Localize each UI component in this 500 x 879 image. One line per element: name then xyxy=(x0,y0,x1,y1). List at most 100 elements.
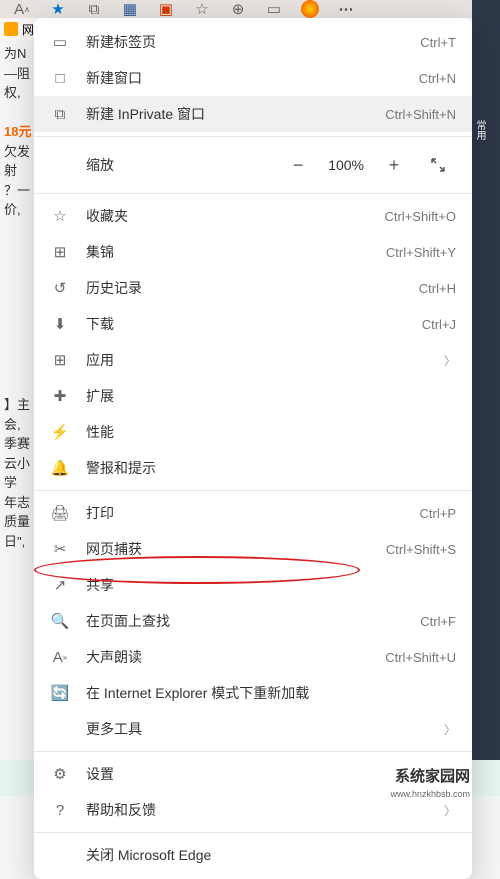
extensions-label: 扩展 xyxy=(86,386,456,406)
bookmark-folder-icon xyxy=(4,22,18,36)
divider xyxy=(34,751,472,752)
read-aloud-icon: A» xyxy=(50,647,70,667)
favorites-item[interactable]: ☆ 收藏夹 Ctrl+Shift+O xyxy=(34,198,472,234)
browser-toolbar: A∧ ★ ⧉ ▦ ▣ ☆ ⊕ ▭ ⋯ xyxy=(0,0,500,18)
ie-mode-label: 在 Internet Explorer 模式下重新加载 xyxy=(86,683,456,703)
zoom-value: 100% xyxy=(316,157,376,173)
bookmark-item[interactable]: 网 xyxy=(22,21,34,38)
divider xyxy=(34,490,472,491)
apps-icon: ⊞ xyxy=(50,350,70,370)
print-label: 打印 xyxy=(86,503,420,523)
context-menu: ▭ 新建标签页 Ctrl+T □ 新建窗口 Ctrl+N ⧉ 新建 InPriv… xyxy=(34,18,472,879)
history-shortcut: Ctrl+H xyxy=(419,281,456,296)
gear-icon: ⚙ xyxy=(50,764,70,784)
new-tab-label: 新建标签页 xyxy=(86,32,420,52)
zoom-row: 缩放 − 100% + xyxy=(34,141,472,189)
watermark-main: 系统家园网 xyxy=(395,765,470,786)
help-label: 帮助和反馈 xyxy=(86,800,436,820)
performance-icon: ⚡ xyxy=(50,422,70,442)
alerts-item[interactable]: 🔔 警报和提示 xyxy=(34,450,472,486)
share-icon: ↗ xyxy=(50,575,70,595)
downloads-item[interactable]: ⬇ 下载 Ctrl+J xyxy=(34,306,472,342)
favorites-label: 收藏夹 xyxy=(86,206,384,226)
performance-label: 性能 xyxy=(86,422,456,442)
new-inprivate-item[interactable]: ⧉ 新建 InPrivate 窗口 Ctrl+Shift+N xyxy=(34,96,472,132)
zoom-in-button[interactable]: + xyxy=(376,149,412,181)
font-size-icon[interactable]: A∧ xyxy=(12,0,32,19)
capture-item[interactable]: ✂ 网页捕获 Ctrl+Shift+S xyxy=(34,531,472,567)
watermark-sub: www.hnzkhbsb.com xyxy=(390,789,470,799)
alerts-label: 警报和提示 xyxy=(86,458,456,478)
more-tools-label: 更多工具 xyxy=(86,719,436,739)
favorites-icon[interactable]: ☆ xyxy=(192,0,212,19)
capture-shortcut: Ctrl+Shift+S xyxy=(386,542,456,557)
split-icon[interactable]: ⧉ xyxy=(84,0,104,19)
inprivate-label: 新建 InPrivate 窗口 xyxy=(86,104,385,124)
history-item[interactable]: ↺ 历史记录 Ctrl+H xyxy=(34,270,472,306)
history-icon: ↺ xyxy=(50,278,70,298)
profile-icon[interactable] xyxy=(300,0,320,19)
history-label: 历史记录 xyxy=(86,278,419,298)
print-item[interactable]: 🖨 打印 Ctrl+P xyxy=(34,495,472,531)
find-item[interactable]: 🔍 在页面上查找 Ctrl+F xyxy=(34,603,472,639)
new-tab-shortcut: Ctrl+T xyxy=(420,35,456,50)
new-window-item[interactable]: □ 新建窗口 Ctrl+N xyxy=(34,60,472,96)
favorite-star-icon[interactable]: ★ xyxy=(48,0,68,19)
new-window-shortcut: Ctrl+N xyxy=(419,71,456,86)
zoom-out-button[interactable]: − xyxy=(280,149,316,181)
find-icon: 🔍 xyxy=(50,611,70,631)
divider xyxy=(34,136,472,137)
new-tab-item[interactable]: ▭ 新建标签页 Ctrl+T xyxy=(34,24,472,60)
read-aloud-shortcut: Ctrl+Shift+U xyxy=(385,650,456,665)
right-sidebar: 常用 xyxy=(472,0,500,760)
find-label: 在页面上查找 xyxy=(86,611,420,631)
extensions-item[interactable]: ✚ 扩展 xyxy=(34,378,472,414)
collections-icon[interactable]: ⊕ xyxy=(228,0,248,19)
new-window-icon: □ xyxy=(50,68,70,88)
fullscreen-button[interactable] xyxy=(420,149,456,181)
divider xyxy=(34,832,472,833)
ie-mode-item[interactable]: 🔄 在 Internet Explorer 模式下重新加载 xyxy=(34,675,472,711)
fullscreen-icon xyxy=(430,157,446,173)
close-label: 关闭 Microsoft Edge xyxy=(86,845,456,865)
print-icon: 🖨 xyxy=(50,503,70,523)
ie-mode-icon: 🔄 xyxy=(50,683,70,703)
inprivate-shortcut: Ctrl+Shift+N xyxy=(385,107,456,122)
background-content: 为N —阻 权, 18元 欠发射 ？一 价, 】主 会, 季赛 云小学 年志 质… xyxy=(0,40,36,760)
read-aloud-label: 大声朗读 xyxy=(86,647,385,667)
close-icon xyxy=(50,845,70,865)
performance-item[interactable]: ⚡ 性能 xyxy=(34,414,472,450)
share-item[interactable]: ↗ 共享 xyxy=(34,567,472,603)
collections-shortcut: Ctrl+Shift+Y xyxy=(386,245,456,260)
app-icon-2[interactable]: ▣ xyxy=(156,0,176,19)
tabs-icon[interactable]: ▭ xyxy=(264,0,284,19)
read-aloud-item[interactable]: A» 大声朗读 Ctrl+Shift+U xyxy=(34,639,472,675)
new-window-label: 新建窗口 xyxy=(86,68,419,88)
extensions-icon: ✚ xyxy=(50,386,70,406)
zoom-label: 缩放 xyxy=(86,155,280,175)
downloads-label: 下载 xyxy=(86,314,422,334)
chevron-right-icon: 〉 xyxy=(444,352,456,369)
share-label: 共享 xyxy=(86,575,456,595)
app-icon-1[interactable]: ▦ xyxy=(120,0,140,19)
sidebar-label: 常用 xyxy=(472,0,487,140)
find-shortcut: Ctrl+F xyxy=(420,614,456,629)
more-tools-icon xyxy=(50,719,70,739)
inprivate-icon: ⧉ xyxy=(50,104,70,124)
help-icon: ? xyxy=(50,800,70,820)
chevron-right-icon: 〉 xyxy=(444,802,456,819)
downloads-shortcut: Ctrl+J xyxy=(422,317,456,332)
apps-label: 应用 xyxy=(86,350,436,370)
close-edge-item[interactable]: 关闭 Microsoft Edge xyxy=(34,837,472,873)
more-tools-item[interactable]: 更多工具 〉 xyxy=(34,711,472,747)
collections-item[interactable]: ⊞ 集锦 Ctrl+Shift+Y xyxy=(34,234,472,270)
favorites-icon: ☆ xyxy=(50,206,70,226)
apps-item[interactable]: ⊞ 应用 〉 xyxy=(34,342,472,378)
divider xyxy=(34,193,472,194)
more-menu-icon[interactable]: ⋯ xyxy=(336,0,356,19)
collections-label: 集锦 xyxy=(86,242,386,262)
print-shortcut: Ctrl+P xyxy=(420,506,456,521)
capture-icon: ✂ xyxy=(50,539,70,559)
bell-icon: 🔔 xyxy=(50,458,70,478)
chevron-right-icon: 〉 xyxy=(444,721,456,738)
